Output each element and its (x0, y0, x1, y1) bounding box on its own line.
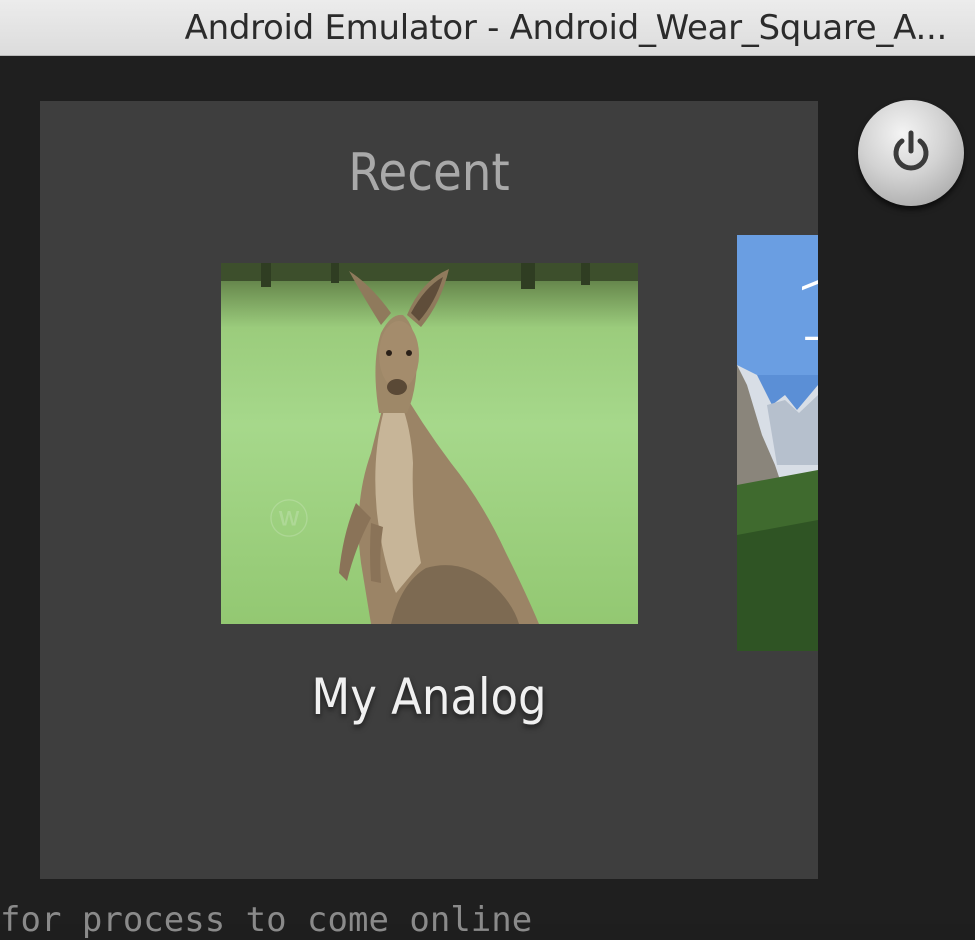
svg-text:ⓦ: ⓦ (269, 497, 309, 543)
window-title: Android Emulator - Android_Wear_Square_A… (184, 8, 948, 48)
power-icon (893, 130, 929, 171)
kangaroo-photo: ⓦ (221, 263, 638, 624)
watch-screen[interactable]: Recent ⓦ My Analog (40, 101, 818, 879)
watch-face-preview-current[interactable]: ⓦ (221, 263, 638, 624)
next-face-time-text: 1 (793, 265, 818, 360)
window-titlebar: Android Emulator - Android_Wear_Square_A… (0, 0, 975, 56)
power-button[interactable] (858, 100, 964, 206)
watch-face-preview-next[interactable]: 1 (737, 235, 818, 651)
console-output: for process to come online (0, 900, 533, 940)
watch-face-name: My Analog (311, 668, 547, 726)
section-title: Recent (348, 143, 510, 203)
